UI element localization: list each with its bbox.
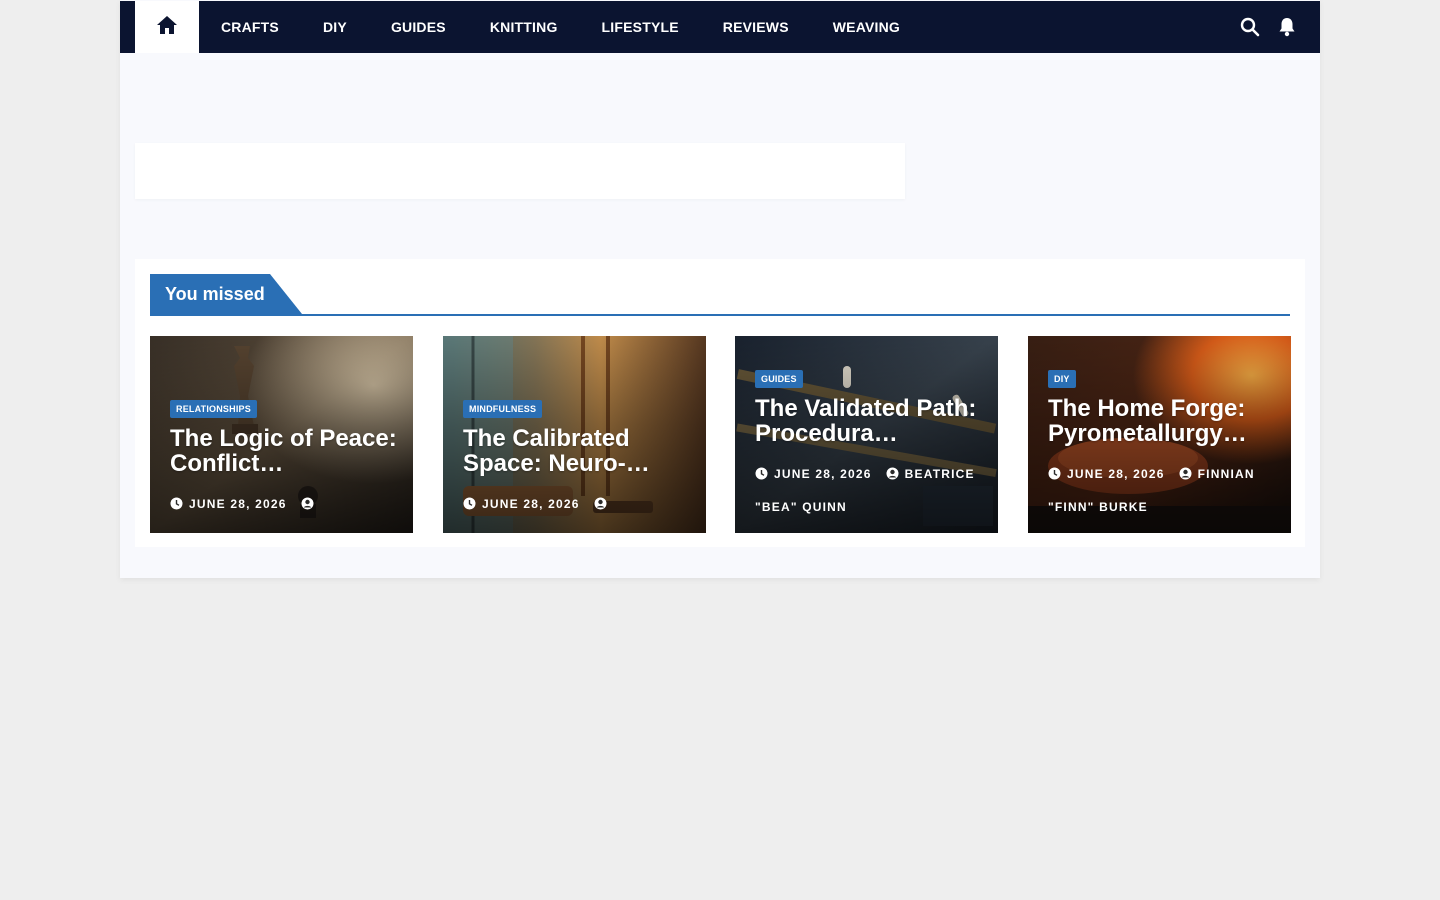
post-meta: JUNE 28, 2026 [170,489,397,522]
post-card-body: MINDFULNESS The Calibrated Space: Neuro-… [463,399,690,522]
nav-item-reviews[interactable]: Reviews [701,1,811,53]
post-date[interactable]: JUNE 28, 2026 [482,497,580,511]
header-actions [1240,1,1296,53]
search-icon[interactable] [1240,17,1260,37]
post-title[interactable]: The Validated Path: Procedura… [755,396,982,446]
clock-icon [463,491,476,522]
post-title[interactable]: The Logic of Peace: Conflict… [170,426,397,476]
post-title[interactable]: The Home Forge: Pyrometallurgy… [1048,396,1275,446]
user-icon [301,491,314,522]
clock-icon [170,491,183,522]
nav-item-diy[interactable]: DIY [301,1,369,53]
nav-item-lifestyle[interactable]: Lifestyle [580,1,701,53]
post-meta: JUNE 28, 2026 [463,489,690,522]
post-meta: JUNE 28, 2026 FINNIAN "FINN" BURKE [1048,459,1275,523]
section-header: You missed [150,274,1290,316]
post-date[interactable]: JUNE 28, 2026 [1067,467,1165,481]
you-missed-cards: RELATIONSHIPS The Logic of Peace: Confli… [150,336,1291,533]
home-button[interactable] [135,1,199,53]
you-missed-section: You missed RELATIONSHIPS The Logic of Pe… [135,259,1305,547]
clock-icon [1048,461,1061,492]
post-card-body: GUIDES The Validated Path: Procedura… JU… [755,369,982,523]
post-meta: JUNE 28, 2026 BEATRICE "BEA" QUINN [755,459,982,523]
user-icon [1179,461,1192,492]
page-container: Crafts DIY Guides Knitting Lifestyle Rev… [120,0,1320,578]
post-card-validated-path[interactable]: GUIDES The Validated Path: Procedura… JU… [735,336,998,533]
nav-item-guides[interactable]: Guides [369,1,468,53]
top-navigation-bar: Crafts DIY Guides Knitting Lifestyle Rev… [120,1,1320,53]
section-title: You missed [150,274,302,314]
post-card-logic-of-peace[interactable]: RELATIONSHIPS The Logic of Peace: Confli… [150,336,413,533]
bell-icon[interactable] [1278,17,1296,37]
main-menu: Crafts DIY Guides Knitting Lifestyle Rev… [199,1,922,53]
category-badge[interactable]: DIY [1048,370,1076,388]
post-date[interactable]: JUNE 28, 2026 [189,497,287,511]
clock-icon [755,461,768,492]
user-icon [886,461,899,492]
user-icon [594,491,607,522]
category-badge[interactable]: RELATIONSHIPS [170,400,257,418]
home-icon [156,15,178,40]
post-card-home-forge[interactable]: DIY The Home Forge: Pyrometallurgy… JUNE… [1028,336,1291,533]
advertisement-placeholder [135,143,905,199]
nav-item-weaving[interactable]: Weaving [811,1,922,53]
nav-item-crafts[interactable]: Crafts [199,1,301,53]
post-title[interactable]: The Calibrated Space: Neuro-… [463,426,690,476]
post-date[interactable]: JUNE 28, 2026 [774,467,872,481]
nav-item-knitting[interactable]: Knitting [468,1,580,53]
category-badge[interactable]: GUIDES [755,370,803,388]
post-card-body: DIY The Home Forge: Pyrometallurgy… JUNE… [1048,369,1275,523]
post-card-calibrated-space[interactable]: MINDFULNESS The Calibrated Space: Neuro-… [443,336,706,533]
post-card-body: RELATIONSHIPS The Logic of Peace: Confli… [170,399,397,522]
category-badge[interactable]: MINDFULNESS [463,400,543,418]
